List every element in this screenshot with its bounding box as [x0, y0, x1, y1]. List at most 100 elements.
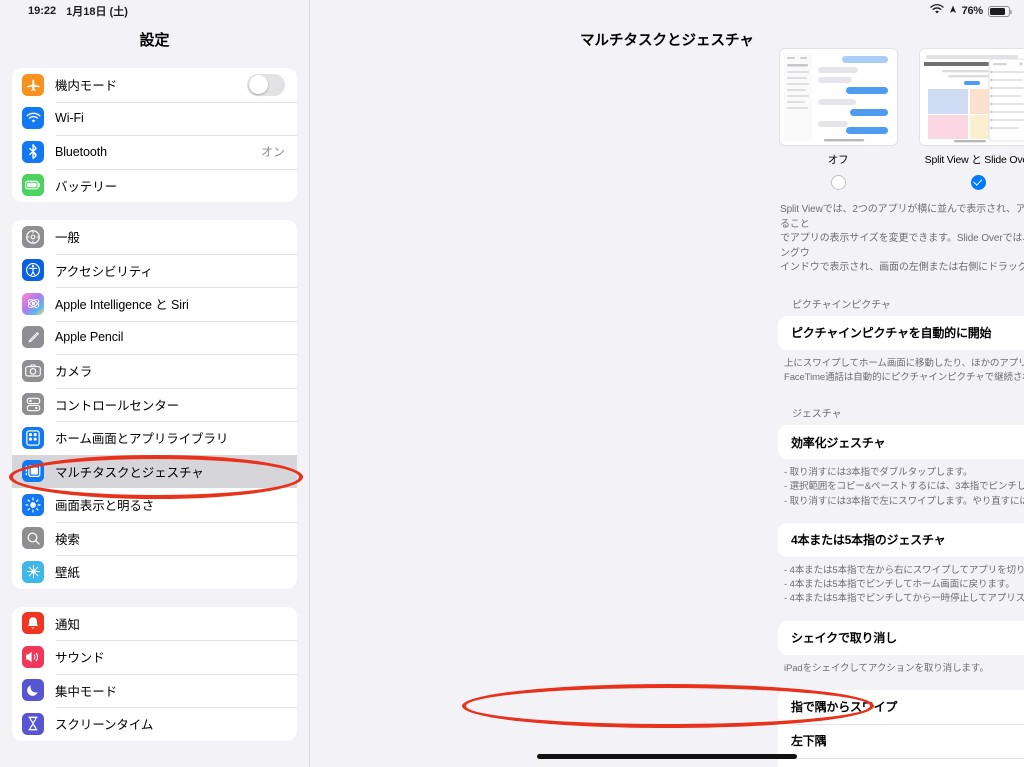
efficiency-desc-line-3: - 取り消すには3本指で左にスワイプします。やり直すには3本指で右にスワイプしま… — [784, 495, 1024, 507]
sidebar-item-label: Bluetooth — [55, 144, 107, 159]
corner-swipe-card: 指で隅からスワイプ 左下隅 スクリーンショット 右下隅 クイックメモ — [778, 689, 1024, 767]
gear-icon — [22, 225, 44, 248]
left-corner-row[interactable]: 左下隅 スクリーンショット — [778, 723, 1024, 758]
off-thumbnail — [778, 48, 898, 146]
efficiency-gestures-card: 効率化ジェスチャ — [778, 425, 1024, 459]
sidebar-item-airplane-mode[interactable]: 機内モード — [12, 68, 297, 102]
four-five-finger-label: 4本または5本指のジェスチャ — [791, 533, 946, 548]
sidebar-item-sounds[interactable]: サウンド — [12, 640, 297, 674]
four-five-finger-row[interactable]: 4本または5本指のジェスチャ — [778, 523, 1024, 557]
sidebar-item-display-brightness[interactable]: 画面表示と明るさ — [12, 488, 297, 522]
moon-icon — [22, 679, 44, 702]
pip-card: ピクチャインピクチャを自動的に開始 — [778, 315, 1024, 350]
pencil-icon — [22, 326, 44, 349]
sidebar-item-bluetooth[interactable]: Bluetooth オン — [12, 135, 297, 169]
shake-undo-label: シェイクで取り消し — [791, 631, 897, 645]
sidebar-item-label: 通知 — [55, 617, 80, 632]
mode-label: Split View と Slide Over — [924, 154, 1024, 166]
split-view-thumbnail — [918, 48, 1024, 146]
right-corner-row[interactable]: 右下隅 クイックメモ — [778, 757, 1024, 767]
settings-sidebar[interactable]: 設定 機内モード Wi-Fi Bluetooth オン バッテリー 一般 アクセ… — [0, 0, 310, 767]
sidebar-item-accessibility[interactable]: アクセシビリティ — [12, 253, 297, 288]
hourglass-icon — [22, 712, 44, 735]
pip-desc-line-1: 上にスワイプしてホーム画面に移動したり、ほかのアプリを使用したりすると、ビデオ再… — [784, 357, 1024, 369]
efficiency-gestures-label: 効率化ジェスチャ — [791, 435, 886, 450]
left-corner-label: 左下隅 — [791, 734, 827, 749]
speaker-icon — [22, 645, 44, 668]
home-indicator — [537, 754, 797, 759]
sidebar-item-apple-pencil[interactable]: Apple Pencil — [12, 320, 297, 355]
pip-desc-line-2: FaceTime通話は自動的にピクチャインピクチャで継続されます。 — [784, 371, 1024, 383]
airplane-icon — [22, 73, 44, 96]
bluetooth-icon — [22, 140, 44, 163]
wallpaper-icon — [22, 560, 44, 583]
pip-auto-start-row[interactable]: ピクチャインピクチャを自動的に開始 — [778, 316, 1024, 350]
footnote-line-2: でアプリの表示サイズを変更できます。Slide Overでは、1つのアプリが小さ… — [780, 233, 1024, 259]
detail-pane: マルチタスクとジェスチャ オフ Split View と Slide Over … — [310, 0, 1024, 767]
battery-icon — [22, 174, 44, 197]
shake-undo-desc-line-1: iPadをシェイクしてアクションを取り消します。 — [784, 662, 989, 674]
shake-undo-row[interactable]: シェイクで取り消し — [778, 621, 1024, 655]
efficiency-desc-line-1: - 取り消すには3本指でダブルタップします。 — [784, 467, 973, 478]
efficiency-gestures-row[interactable]: 効率化ジェスチャ — [778, 425, 1024, 459]
sidebar-item-search[interactable]: 検索 — [12, 521, 297, 556]
sidebar-item-label: 壁紙 — [55, 566, 80, 581]
sidebar-group-connectivity: 機内モード Wi-Fi Bluetooth オン バッテリー — [12, 68, 297, 202]
sidebar-item-battery[interactable]: バッテリー — [12, 168, 297, 203]
sidebar-item-multitasking-gestures[interactable]: マルチタスクとジェスチャ — [12, 454, 297, 488]
control-center-icon — [22, 393, 44, 416]
sidebar-item-label: 検索 — [55, 532, 80, 547]
sidebar-item-wifi[interactable]: Wi-Fi — [12, 101, 297, 136]
sidebar-item-screen-time[interactable]: スクリーンタイム — [12, 707, 297, 741]
sidebar-group-system: 一般 アクセシビリティ Apple Intelligence と Siri Ap… — [12, 220, 297, 589]
mode-label: オフ — [827, 154, 849, 166]
sidebar-item-camera[interactable]: カメラ — [12, 354, 297, 388]
sidebar-item-label: 集中モード — [55, 684, 118, 699]
sidebar-item-wallpaper[interactable]: 壁紙 — [12, 555, 297, 589]
sidebar-item-label: Apple Intelligence と Siri — [55, 298, 189, 313]
sidebar-item-notifications[interactable]: 通知 — [12, 607, 297, 641]
sidebar-item-label: サウンド — [55, 651, 105, 666]
shake-undo-card: シェイクで取り消し — [778, 620, 1024, 655]
sidebar-item-label: アクセシビリティ — [55, 264, 153, 279]
four-five-finger-card: 4本または5本指のジェスチャ — [778, 522, 1024, 557]
sidebar-item-label: バッテリー — [55, 179, 118, 194]
gestures-section-header: ジェスチャ — [792, 409, 842, 420]
sidebar-item-apple-intelligence-siri[interactable]: Apple Intelligence と Siri — [12, 287, 297, 321]
sidebar-item-control-center[interactable]: コントロールセンター — [12, 387, 297, 422]
sidebar-item-label: 画面表示と明るさ — [55, 499, 155, 514]
mode-radio-split-view[interactable] — [970, 175, 986, 190]
corner-swipe-label: 指で隅からスワイプ — [791, 700, 898, 715]
mode-option-off[interactable]: オフ — [778, 48, 898, 190]
footnote-line-1: Split Viewでは、2つのアプリが横に並んで表示され、アプリの間のスライダ… — [780, 204, 1024, 230]
sidebar-item-focus[interactable]: 集中モード — [12, 673, 297, 708]
pip-auto-start-label: ピクチャインピクチャを自動的に開始 — [791, 326, 992, 340]
brightness-icon — [22, 493, 44, 516]
mode-radio-off[interactable] — [830, 175, 846, 190]
siri-icon — [22, 292, 44, 315]
search-icon — [22, 527, 44, 550]
multitasking-mode-picker[interactable]: オフ Split View と Slide Over — [778, 48, 1024, 190]
four-five-finger-description: - 4本または5本指で左から右にスワイプしてアプリを切り替えます。 - 4本また… — [784, 564, 1024, 607]
sidebar-item-home-screen[interactable]: ホーム画面とアプリライブラリ — [12, 421, 297, 455]
sidebar-item-label: マルチタスクとジェスチャ — [55, 465, 204, 480]
airplane-mode-toggle[interactable] — [247, 73, 285, 96]
ipad-settings-screen: 19:22 1月18日 (土) 76% 設定 機内モード Wi-Fi Bluet… — [0, 0, 1024, 767]
multitasking-icon — [22, 460, 44, 483]
mode-option-split-view[interactable]: Split View と Slide Over — [918, 48, 1024, 190]
four-five-desc-line-2: - 4本または5本指でピンチしてホーム画面に戻ります。 — [784, 579, 1015, 590]
pip-description: 上にスワイプしてホーム画面に移動したり、ほかのアプリを使用したりすると、ビデオ再… — [784, 357, 1024, 386]
corner-swipe-row[interactable]: 指で隅からスワイプ — [778, 690, 1024, 724]
sidebar-group-notifications: 通知 サウンド 集中モード スクリーンタイム — [12, 606, 297, 741]
shake-undo-description: iPadをシェイクしてアクションを取り消します。 — [784, 662, 1024, 676]
multitasking-settings-content: オフ Split View と Slide Over Split Viewでは、… — [778, 48, 1024, 767]
sidebar-item-label: ホーム画面とアプリライブラリ — [55, 432, 229, 447]
sidebar-item-label: 一般 — [55, 231, 80, 246]
home-screen-icon — [22, 426, 44, 449]
efficiency-gestures-description: - 取り消すには3本指でダブルタップします。 - 選択範囲をコピー&ペーストする… — [784, 466, 1024, 509]
sidebar-item-general[interactable]: 一般 — [12, 220, 297, 254]
bell-icon — [22, 612, 44, 635]
page-title: 設定 — [139, 31, 170, 49]
bluetooth-status-value: オン — [260, 145, 285, 160]
sidebar-scroll[interactable]: 機内モード Wi-Fi Bluetooth オン バッテリー 一般 アクセシビリ… — [0, 56, 309, 741]
